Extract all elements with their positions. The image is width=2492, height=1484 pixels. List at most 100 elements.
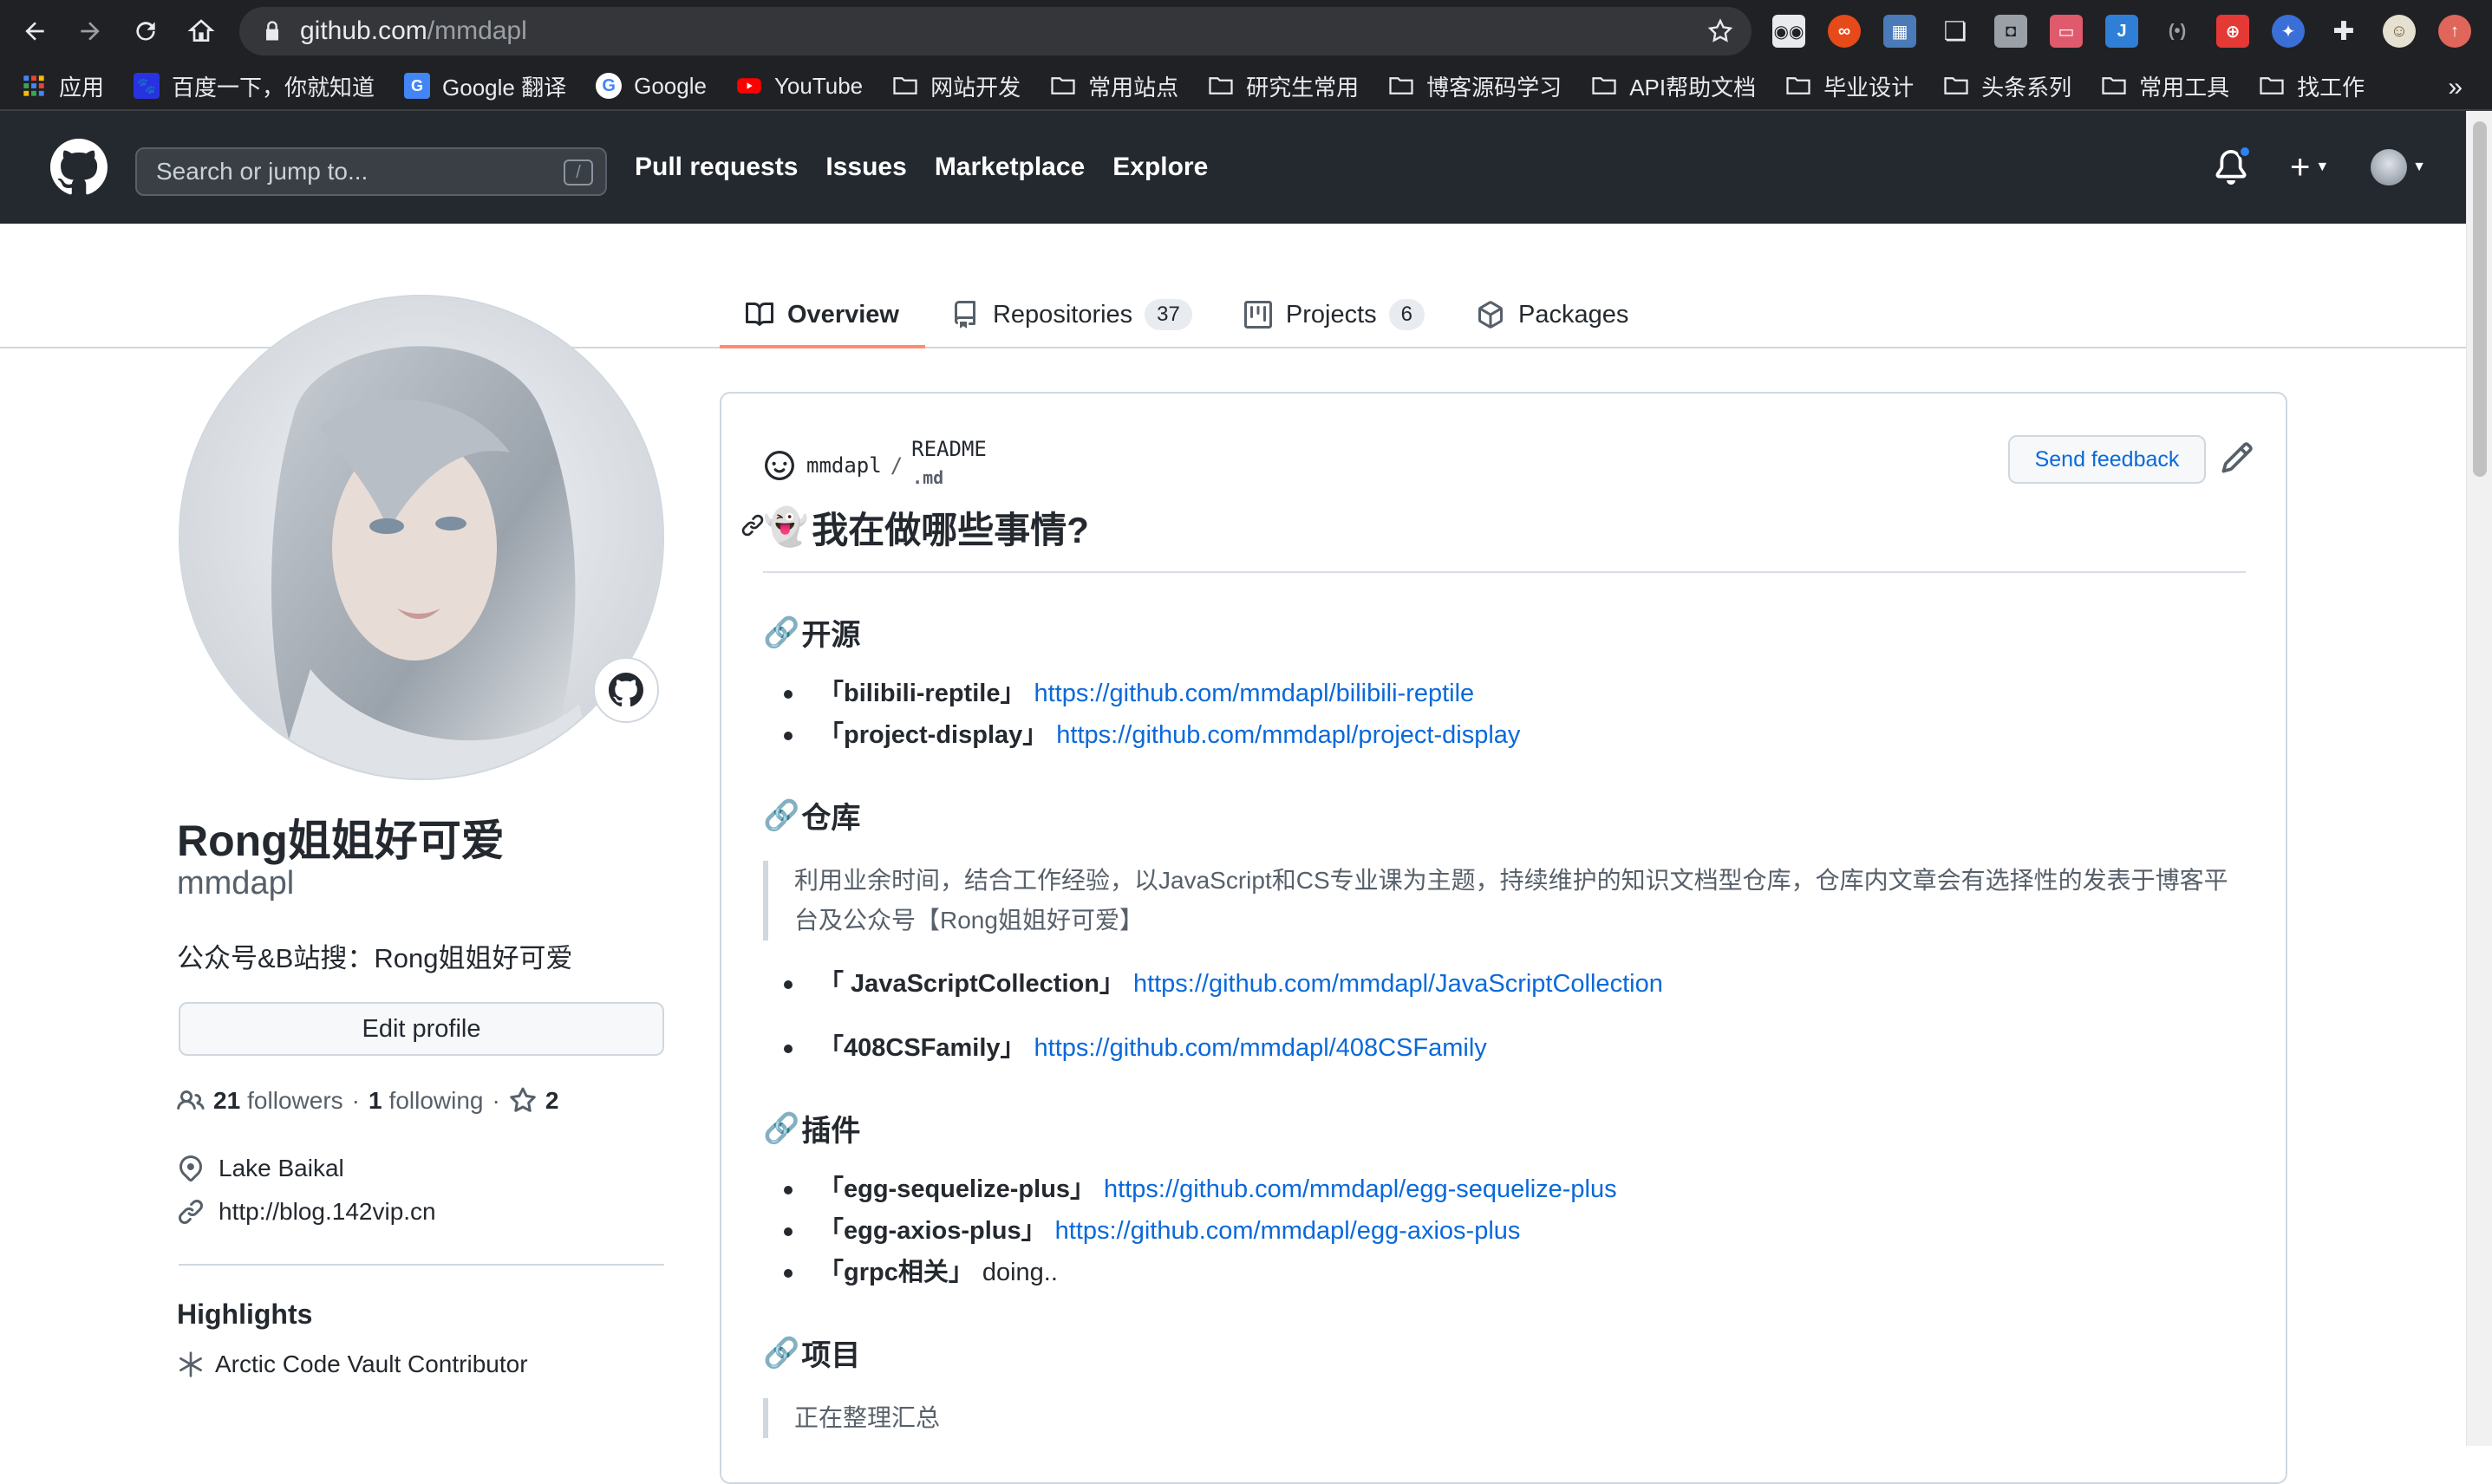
bookmark-label: 常用工具	[2139, 74, 2230, 101]
nav-issues[interactable]: Issues	[825, 153, 906, 182]
bookmark-google[interactable]: G Google	[596, 73, 707, 100]
tab-overview[interactable]: Overview	[720, 283, 925, 348]
status-emoji-button[interactable]	[593, 657, 659, 723]
star-icon	[510, 1087, 536, 1112]
home-button[interactable]	[173, 3, 229, 59]
profile-avatar[interactable]	[179, 295, 664, 780]
folder-icon	[892, 73, 918, 99]
browser-profile-avatar[interactable]: ☺	[2383, 15, 2416, 48]
extensions-puzzle-icon[interactable]: ✚	[2327, 15, 2360, 48]
anchor-link-icon[interactable]	[740, 513, 765, 537]
bookmark-folder-graduate[interactable]: 研究生常用	[1208, 70, 1359, 102]
bookmark-star-icon[interactable]	[1706, 17, 1734, 45]
project-name: 「grpc相关」	[819, 1259, 974, 1286]
extension-broadcast-icon[interactable]: (•)	[2161, 15, 2194, 48]
followers-link[interactable]: 21 followers	[213, 1087, 343, 1115]
bookmark-apps[interactable]: 应用	[21, 70, 104, 102]
project-link[interactable]: https://github.com/mmdapl/408CSFamily	[1034, 1034, 1487, 1062]
tab-repositories[interactable]: Repositories 37	[925, 283, 1218, 347]
youtube-icon	[736, 73, 762, 99]
bookmark-label: API帮助文档	[1629, 74, 1757, 101]
reload-button[interactable]	[118, 3, 173, 59]
bookmark-folder-jobs[interactable]: 找工作	[2259, 70, 2365, 102]
bookmarks-bar: 应用 🐾 百度一下，你就知道 G Google 翻译 G Google YouTube…	[0, 62, 2492, 111]
project-link[interactable]: https://github.com/mmdapl/project-displa…	[1056, 721, 1520, 749]
extension-bookmark-icon[interactable]: ❏	[1939, 15, 1972, 48]
bookmark-youtube[interactable]: YouTube	[736, 73, 863, 100]
project-link[interactable]: https://github.com/mmdapl/egg-axios-plus	[1055, 1217, 1521, 1245]
website-link[interactable]: http://blog.142vip.cn	[219, 1198, 436, 1226]
project-name: 「408CSFamily」	[819, 1034, 1026, 1062]
list-item: 「egg-sequelize-plus」 https://github.com/m…	[763, 1168, 2246, 1210]
extension-red-app-icon[interactable]: ⊕	[2216, 15, 2249, 48]
bookmark-folder-common-sites[interactable]: 常用站点	[1050, 70, 1178, 102]
bookmark-folder-toutiao[interactable]: 头条系列	[1943, 70, 2071, 102]
github-search-input[interactable]: Search or jump to... /	[135, 147, 607, 196]
url-text: github.com/mmdapl	[300, 16, 527, 46]
extension-translate-icon[interactable]: ✦	[2272, 15, 2305, 48]
extension-camera-icon[interactable]: ◘	[1994, 15, 2027, 48]
forward-button[interactable]	[62, 3, 118, 59]
arrow-left-icon	[25, 22, 44, 41]
extension-glasses-icon[interactable]: ◉◉	[1772, 15, 1805, 48]
list-item: 「grpc相关」 doing..	[763, 1252, 2246, 1293]
pencil-icon[interactable]	[2220, 440, 2254, 475]
repositories-list: 「 JavaScriptCollection」 https://github.co…	[763, 963, 2246, 1069]
address-bar[interactable]: github.com/mmdapl	[239, 7, 1752, 55]
section-heading-repositories: 🔗 仓库	[763, 794, 2246, 836]
page-scrollbar[interactable]	[2466, 111, 2492, 1446]
highlight-label: Arctic Code Vault Contributor	[215, 1351, 528, 1377]
extension-image-icon[interactable]: ▦	[1883, 15, 1916, 48]
bookmark-folder-api-docs[interactable]: API帮助文档	[1591, 70, 1756, 102]
browser-update-icon[interactable]: ↑	[2438, 15, 2471, 48]
folder-icon	[1785, 73, 1811, 99]
extension-jetbrains-icon[interactable]: J	[2105, 15, 2138, 48]
project-status-text: doing..	[982, 1259, 1058, 1286]
project-name: 「 JavaScriptCollection」	[819, 970, 1125, 998]
readme-owner-link[interactable]: mmdapl	[806, 453, 882, 478]
following-link[interactable]: 1 following	[369, 1087, 484, 1115]
path-separator: /	[890, 453, 904, 478]
folder-icon	[1591, 73, 1617, 99]
tab-projects[interactable]: Projects 6	[1218, 283, 1451, 347]
tab-label: Projects	[1285, 300, 1377, 329]
bookmark-folder-graduation[interactable]: 毕业设计	[1785, 70, 1914, 102]
project-link[interactable]: https://github.com/mmdapl/bilibili-repti…	[1034, 680, 1474, 707]
list-item: 「408CSFamily」 https://github.com/mmdapl/4…	[763, 1027, 2246, 1069]
back-button[interactable]	[7, 3, 62, 59]
url-host: github.com	[300, 16, 427, 45]
nav-explore[interactable]: Explore	[1112, 153, 1208, 182]
bookmarks-overflow-button[interactable]: »	[2448, 73, 2463, 102]
bookmark-folder-tools[interactable]: 常用工具	[2101, 70, 2229, 102]
extension-infinity-icon[interactable]: ∞	[1828, 15, 1861, 48]
github-header: Search or jump to... / Pull requests Iss…	[0, 111, 2466, 224]
reload-icon	[136, 22, 155, 41]
project-link[interactable]: https://github.com/mmdapl/JavaScriptColl…	[1133, 970, 1663, 998]
caret-down-icon: ▼	[2315, 159, 2330, 174]
readme-file-link[interactable]: README .md	[911, 437, 987, 494]
google-translate-icon: G	[404, 73, 431, 99]
stars-link[interactable]: 2	[509, 1087, 566, 1115]
bookmark-folder-blog-source[interactable]: 博客源码学习	[1388, 70, 1562, 102]
notifications-button[interactable]	[2214, 145, 2252, 185]
user-menu-dropdown[interactable]: ▼	[2371, 149, 2426, 186]
scrollbar-thumb[interactable]	[2473, 121, 2487, 477]
tab-packages[interactable]: Packages	[1451, 283, 1654, 347]
extension-tv-icon[interactable]: ▭	[2050, 15, 2083, 48]
tab-label: Packages	[1518, 300, 1629, 329]
github-logo-icon[interactable]	[50, 139, 108, 196]
bookmark-baidu[interactable]: 🐾 百度一下，你就知道	[134, 70, 375, 102]
highlight-arctic-vault[interactable]: Arctic Code Vault Contributor	[177, 1351, 528, 1378]
section-heading-text: 项目	[801, 1339, 861, 1372]
nav-marketplace[interactable]: Marketplace	[935, 153, 1085, 182]
bookmark-google-translate[interactable]: G Google 翻译	[404, 70, 566, 102]
tab-label: Repositories	[992, 300, 1133, 329]
repositories-blockquote: 利用业余时间，结合工作经验，以JavaScript和CS专业课为主题，持续维护的…	[763, 861, 2246, 941]
project-link[interactable]: https://github.com/mmdapl/egg-sequelize-…	[1104, 1175, 1617, 1203]
send-feedback-button[interactable]: Send feedback	[2008, 435, 2206, 484]
nav-pull-requests[interactable]: Pull requests	[635, 153, 798, 182]
bookmark-folder-web-dev[interactable]: 网站开发	[892, 70, 1021, 102]
folder-icon	[1208, 73, 1234, 99]
create-new-dropdown[interactable]: + ▼	[2290, 148, 2329, 187]
edit-profile-button[interactable]: Edit profile	[179, 1002, 664, 1056]
